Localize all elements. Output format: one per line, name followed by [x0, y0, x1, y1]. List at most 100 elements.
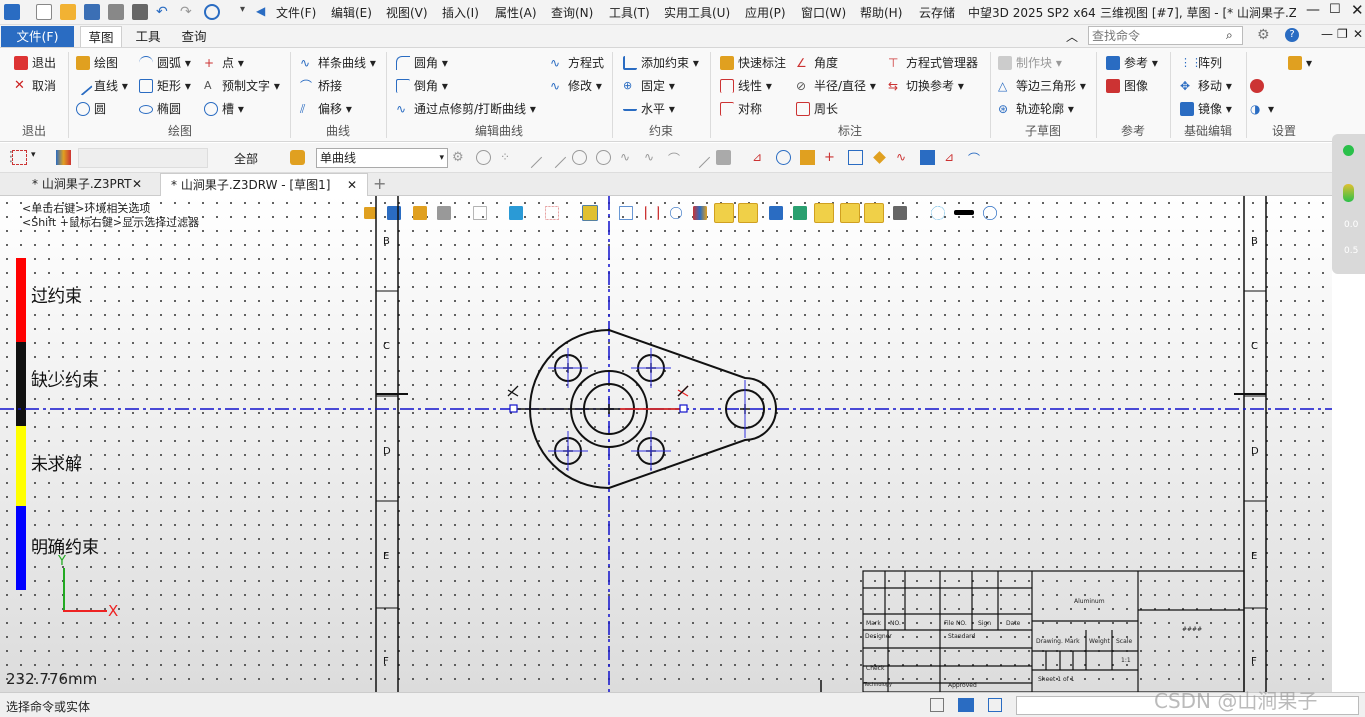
slot-button[interactable]: 槽 ▾ [204, 100, 244, 118]
image-button[interactable]: 图像 [1106, 77, 1148, 95]
filter-all-label[interactable]: 全部 [234, 150, 258, 167]
collapse-ribbon-icon[interactable]: ︿ [1066, 28, 1078, 45]
symmetric-dimension-button[interactable]: 对称 [720, 100, 762, 118]
curve-tool-icon[interactable]: ∿ [896, 150, 911, 165]
snap-points-icon[interactable]: ⁘ [500, 150, 515, 165]
search-icon[interactable]: ⌕ [1226, 28, 1233, 43]
snap-midpoint-icon[interactable] [544, 146, 567, 169]
snap-line-icon[interactable] [520, 146, 543, 169]
modify-button[interactable]: ∿ 修改 ▾ [550, 77, 602, 95]
minimize-button[interactable]: — [1306, 2, 1320, 18]
bridge-button[interactable]: ⌒ 桥接 [300, 77, 342, 95]
doc-close-button[interactable]: ✕ [1353, 27, 1363, 41]
equation-manager-button[interactable]: ⊤ 方程式管理器 [888, 54, 978, 72]
pick-icon[interactable] [290, 150, 305, 165]
doc-tab-drawing[interactable]: * 山涧果子.Z3DRW - [草图1] ✕ [160, 173, 368, 196]
customize-dropdown-icon[interactable]: ▾ [240, 4, 256, 20]
close-tab-icon[interactable]: ✕ [132, 173, 142, 196]
close-button[interactable]: ✕ [1351, 1, 1364, 19]
menu-query[interactable]: 查询(N) [551, 4, 593, 21]
command-search-input[interactable] [1088, 26, 1243, 45]
status-list-icon[interactable] [988, 698, 1002, 712]
arc-button[interactable]: 圆弧 ▾ [139, 54, 191, 72]
snap-curve-icon[interactable]: ∿ [644, 150, 659, 165]
equation-button[interactable]: ∿ 方程式 [550, 54, 604, 72]
sketch-drawing[interactable]: B C D E F B C D E F [0, 196, 1332, 692]
fix-button[interactable]: ⊕ 固定 ▾ [623, 77, 675, 95]
exit-button[interactable]: 退出 [14, 54, 56, 72]
save-icon[interactable] [84, 4, 100, 20]
angle-dimension-button[interactable]: ∠ 角度 [796, 54, 838, 72]
doc-tab-part[interactable]: * 山涧果子.Z3PRT ✕ [22, 173, 158, 196]
print-icon[interactable] [108, 4, 124, 20]
edit-tool-icon[interactable] [873, 151, 886, 164]
drawing-canvas[interactable]: <单击右键>环境相关选项 <Shift +鼠标右键>显示选择过滤器 过约束 缺少… [0, 196, 1332, 692]
select-mode-dropdown-icon[interactable]: ▾ [31, 150, 36, 160]
fill-tool-icon[interactable] [920, 150, 935, 165]
status-dot-icon[interactable] [1343, 145, 1354, 156]
snap-play-icon[interactable] [476, 150, 491, 165]
chamfer-button[interactable]: 倒角 ▾ [396, 77, 448, 95]
rectangle-button[interactable]: 矩形 ▾ [139, 77, 191, 95]
snap-intersect-icon[interactable] [716, 150, 731, 165]
snap-perp-icon[interactable] [688, 146, 711, 169]
light-icon[interactable] [1343, 184, 1354, 202]
mirror-button[interactable]: 镜像 ▾ [1180, 100, 1232, 118]
linear-dimension-button[interactable]: 线性 ▾ [720, 77, 772, 95]
status-screen-icon[interactable] [958, 698, 974, 712]
open-file-icon[interactable] [60, 4, 76, 20]
tab-tools[interactable]: 工具 [128, 26, 168, 47]
menu-insert[interactable]: 插入(I) [442, 4, 479, 21]
curve-type-select[interactable]: 单曲线 ▾ [316, 148, 448, 168]
menu-view[interactable]: 视图(V) [386, 4, 428, 21]
menu-attribute[interactable]: 属性(A) [495, 4, 537, 21]
filter-icon[interactable] [56, 150, 71, 165]
redo-icon[interactable]: ↷ [180, 4, 196, 20]
track-profile-button[interactable]: ⊛ 轨迹轮廓 ▾ [998, 100, 1074, 118]
pattern-button[interactable]: ⋮⋮ 阵列 [1180, 54, 1222, 72]
cancel-button[interactable]: ✕ 取消 [14, 77, 56, 95]
filter-select[interactable] [78, 148, 208, 168]
snap-gear-icon[interactable]: ⚙ [452, 150, 467, 165]
draw-button[interactable]: 绘图 [76, 54, 118, 72]
settings-colors-button[interactable] [1250, 77, 1268, 95]
doc-restore-button[interactable]: ❐ [1337, 27, 1348, 41]
add-constraint-button[interactable]: 添加约束 ▾ [623, 54, 699, 72]
menu-tools[interactable]: 工具(T) [609, 4, 650, 21]
doc-minimize-button[interactable]: — [1321, 27, 1333, 41]
menu-cloud[interactable]: 云存储 [919, 4, 955, 21]
select-mode-icon[interactable] [12, 150, 27, 165]
circle-button[interactable]: 圆 [76, 100, 106, 118]
menu-help[interactable]: 帮助(H) [860, 4, 902, 21]
tab-sketch[interactable]: 草图 [80, 26, 122, 47]
snap-tangent-icon[interactable]: ∿ [620, 150, 635, 165]
ellipse-button[interactable]: 椭圆 [139, 100, 181, 118]
horizontal-button[interactable]: 水平 ▾ [623, 100, 675, 118]
point-tool-icon[interactable]: + [824, 150, 839, 165]
toggle-reference-button[interactable]: ⇆ 切换参考 ▾ [888, 77, 964, 95]
repeat-command-icon[interactable] [204, 4, 220, 20]
menu-window[interactable]: 窗口(W) [801, 4, 846, 21]
equilateral-triangle-button[interactable]: △ 等边三角形 ▾ [998, 77, 1086, 95]
new-file-icon[interactable] [36, 4, 52, 20]
fillet-button[interactable]: 圆角 ▾ [396, 54, 448, 72]
circle-tool-icon[interactable] [776, 150, 791, 165]
arc-tool-icon[interactable]: ⌒ [968, 150, 983, 166]
tab-query[interactable]: 查询 [174, 26, 214, 47]
perimeter-button[interactable]: 周长 [796, 100, 838, 118]
undo-icon[interactable]: ↶ [156, 4, 172, 20]
tool-marker-icon[interactable] [800, 150, 815, 165]
move-button[interactable]: ✥ 移动 ▾ [1180, 77, 1232, 95]
tab-file[interactable]: 文件(F) [1, 26, 74, 47]
mirror-tool-icon[interactable]: ⊿ [944, 150, 959, 165]
settings-grid-button[interactable]: ▾ [1288, 54, 1312, 72]
snap-quadrant-icon[interactable] [596, 150, 611, 165]
quick-dimension-button[interactable]: 快速标注 [720, 54, 786, 72]
radius-diameter-button[interactable]: ⊘ 半径/直径 ▾ [796, 77, 876, 95]
print-preview-icon[interactable] [132, 4, 148, 20]
settings-display-button[interactable]: ◑ ▾ [1250, 100, 1274, 118]
dimension-quick-icon[interactable]: ⊿ [752, 150, 767, 165]
snap-arc-icon[interactable]: ⌒ [668, 150, 683, 166]
preset-text-button[interactable]: A 预制文字 ▾ [204, 77, 280, 95]
status-doc-icon[interactable] [930, 698, 944, 712]
